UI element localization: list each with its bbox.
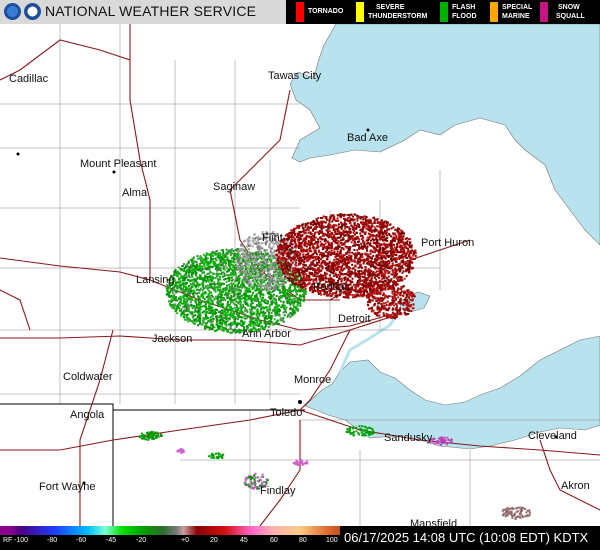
- legend-tick: +0: [181, 537, 189, 544]
- radar-echoes: [138, 213, 531, 520]
- legend-tick: 80: [299, 537, 307, 544]
- tornado-label: TORNADO: [308, 8, 344, 15]
- special-marine-label-2: MARINE: [502, 13, 530, 20]
- state-line-mi-in-oh: [0, 403, 305, 411]
- city-label: Angola: [70, 409, 105, 421]
- velocity-colorbar: [0, 526, 340, 535]
- city-label: Flint: [262, 232, 283, 244]
- special-marine-swatch: [490, 2, 498, 22]
- snow-squall-swatch: [540, 2, 548, 22]
- city-label: Monroe: [294, 374, 332, 386]
- noaa-logo-icon: [4, 3, 21, 20]
- legend-tick: 60: [270, 537, 278, 544]
- city-label: Findlay: [260, 485, 296, 497]
- radar-map[interactable]: [0, 0, 600, 550]
- severe-thunderstorm-swatch: [356, 2, 364, 22]
- flash-flood-swatch: [440, 2, 448, 22]
- city-label: Mount Pleasant: [80, 158, 157, 170]
- agency-title: NATIONAL WEATHER SERVICE: [45, 3, 257, 19]
- city-label: Jackson: [152, 333, 193, 345]
- city-label: Fort Wayne: [39, 481, 96, 493]
- city-label: Bad Axe: [347, 132, 388, 144]
- legend-tick: 45: [240, 537, 248, 544]
- city-label: Saginaw: [213, 181, 256, 193]
- city-label: Pontiac: [313, 281, 350, 293]
- city-label: Cadillac: [9, 73, 49, 85]
- legend-tick: 100: [326, 537, 338, 544]
- legend-tick: -100: [14, 537, 29, 544]
- city-label: Ann Arbor: [242, 328, 291, 340]
- flash-flood-label-1: FLASH: [452, 4, 476, 11]
- severe-label-1: SEVERE: [376, 4, 405, 11]
- city-label: Tawas City: [268, 70, 322, 82]
- special-marine-label-1: SPECIAL: [502, 4, 533, 11]
- legend-tick: -20: [136, 537, 147, 544]
- legend-tick: -45: [106, 537, 117, 544]
- city-label: Cleveland: [528, 430, 577, 442]
- city-label: Detroit: [338, 313, 371, 325]
- nws-logo-icon: [24, 3, 41, 20]
- radar-timestamp: 06/17/2025 14:08 UTC (10:08 EDT) KDTX: [344, 530, 589, 545]
- legend-tick: RF: [3, 537, 13, 544]
- warning-legend: TORNADO SEVERE THUNDERSTORM FLASH FLOOD …: [286, 0, 600, 24]
- snow-squall-label-2: SQUALL: [556, 13, 585, 20]
- city-label: Alma: [122, 187, 148, 199]
- severe-label-2: THUNDERSTORM: [368, 13, 428, 20]
- legend-tick: 20: [210, 537, 218, 544]
- snow-squall-label-1: SNOW: [558, 4, 580, 11]
- legend-tick: -60: [76, 537, 87, 544]
- flash-flood-label-2: FLOOD: [452, 13, 477, 20]
- city-label: Port Huron: [421, 237, 475, 249]
- city-label: Coldwater: [63, 371, 113, 383]
- tornado-swatch: [296, 2, 304, 22]
- city-label: Toledo: [270, 407, 303, 419]
- city-label: Lansing: [136, 274, 175, 286]
- city-label: Sandusky: [384, 432, 433, 444]
- city-label: Akron: [561, 480, 590, 492]
- legend-tick: -80: [47, 537, 58, 544]
- lake-huron: [289, 23, 600, 246]
